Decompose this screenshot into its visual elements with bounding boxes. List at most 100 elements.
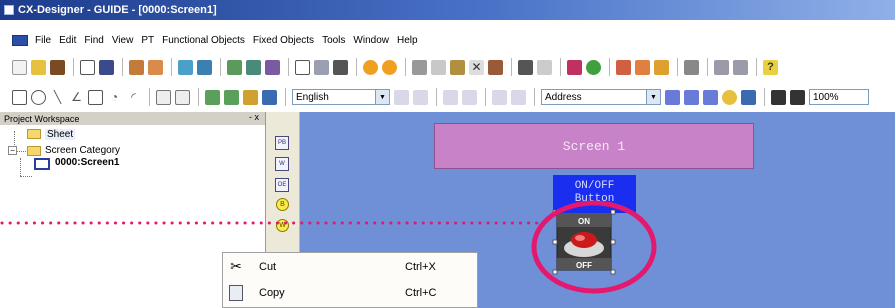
print-preview-icon[interactable] [314, 59, 329, 75]
rectangle-icon[interactable] [12, 89, 27, 105]
tree-item-screen[interactable]: 0000:Screen1 [55, 157, 120, 168]
dotted-leader-line [0, 221, 540, 225]
address-c-icon[interactable] [703, 89, 718, 105]
zoom-icon[interactable] [722, 89, 737, 105]
toolbar-separator [707, 58, 708, 76]
tool-i-icon[interactable] [567, 59, 582, 75]
collapse-icon[interactable]: − [8, 146, 17, 155]
push-button-icon[interactable]: PB [275, 136, 289, 150]
zoom-select[interactable]: 100% [809, 89, 869, 105]
circle-icon[interactable] [31, 89, 46, 105]
menu-bar: File Edit Find View PT Functional Object… [0, 32, 895, 49]
menu-file[interactable]: File [31, 35, 55, 46]
menu-functional-objects[interactable]: Functional Objects [158, 35, 249, 46]
word-button-icon[interactable]: W [275, 157, 289, 171]
sector-icon[interactable]: ◔ [107, 90, 122, 105]
menu-pt[interactable]: PT [137, 35, 158, 46]
delete-icon[interactable]: ✕ [469, 59, 484, 75]
align-b-icon[interactable] [175, 89, 190, 105]
save-icon[interactable] [99, 59, 114, 75]
menu-find[interactable]: Find [80, 35, 107, 46]
toolbar-separator [356, 58, 357, 76]
new-icon[interactable] [12, 59, 27, 75]
tree-item-sheet[interactable]: Sheet [45, 129, 76, 140]
system-menu-icon[interactable] [12, 35, 28, 46]
tool-g-icon[interactable] [265, 59, 280, 75]
tool-a-icon[interactable] [129, 59, 144, 75]
tool-n-icon[interactable] [684, 59, 699, 75]
toolbar-separator [511, 58, 512, 76]
find-icon[interactable] [518, 59, 533, 75]
tool-e-icon[interactable] [227, 59, 242, 75]
grid-a-icon[interactable] [771, 89, 786, 105]
cut-icon[interactable] [412, 59, 427, 75]
replace-icon[interactable] [537, 59, 552, 75]
tool-f-icon[interactable] [246, 59, 261, 75]
new-screen-icon[interactable] [80, 59, 95, 75]
tool-o-icon[interactable] [714, 59, 729, 75]
address-select[interactable]: Address ▼ [541, 89, 661, 105]
address-b-icon[interactable] [684, 89, 699, 105]
open-icon[interactable] [31, 59, 46, 75]
layer-d-icon[interactable] [262, 89, 277, 105]
tree-item-screen-category[interactable]: Screen Category [45, 145, 120, 156]
polygon-icon[interactable] [88, 89, 103, 105]
label-b-icon[interactable] [413, 89, 428, 105]
label-f-icon[interactable] [511, 89, 526, 105]
address-a-icon[interactable] [665, 89, 680, 105]
polyline-icon[interactable]: ∠ [69, 90, 84, 105]
tool-d-icon[interactable] [197, 59, 212, 75]
tool-m-icon[interactable] [654, 59, 669, 75]
bit-lamp-icon[interactable]: B [276, 198, 289, 211]
menu-window[interactable]: Window [349, 35, 393, 46]
toolbar-separator [122, 58, 123, 76]
toolbar-separator [677, 58, 678, 76]
toolbar-separator [405, 58, 406, 76]
language-select[interactable]: English ▼ [292, 89, 390, 105]
copy-icon[interactable] [431, 59, 446, 75]
title-bar: CX-Designer - GUIDE - [0000:Screen1] [0, 0, 895, 20]
label-d-icon[interactable] [462, 89, 477, 105]
tool-h-icon[interactable] [488, 59, 503, 75]
screen-label-object[interactable]: Screen 1 [434, 123, 754, 169]
layer-c-icon[interactable] [243, 89, 258, 105]
menu-edit[interactable]: Edit [55, 35, 80, 46]
tool-p-icon[interactable] [733, 59, 748, 75]
folder-icon [27, 146, 41, 156]
help-icon[interactable]: ? [763, 59, 778, 75]
onoff-button-icon[interactable]: OE [275, 178, 289, 192]
grid-b-icon[interactable] [790, 89, 805, 105]
tool-l-icon[interactable] [635, 59, 650, 75]
menu-item-cut[interactable]: ✂ Cut Ctrl+X [223, 256, 477, 278]
tool-k-icon[interactable] [616, 59, 631, 75]
chevron-down-icon[interactable]: ▼ [646, 90, 660, 104]
layer-b-icon[interactable] [224, 89, 239, 105]
tool-c-icon[interactable] [178, 59, 193, 75]
line-icon[interactable]: ╲ [50, 90, 65, 105]
open-project-icon[interactable] [50, 59, 65, 75]
arc-icon[interactable]: ◜ [126, 90, 141, 105]
redo-icon[interactable] [382, 59, 397, 75]
layer-a-icon[interactable] [205, 89, 220, 105]
menu-item-copy[interactable]: Copy Ctrl+C [223, 282, 477, 304]
page-icon[interactable] [295, 59, 310, 75]
drawing-toolbar: ╲ ∠ ◔ ◜ English ▼ Address ▼ 100% [0, 86, 895, 108]
align-a-icon[interactable] [156, 89, 171, 105]
print-icon[interactable] [333, 59, 348, 75]
label-c-icon[interactable] [443, 89, 458, 105]
undo-icon[interactable] [363, 59, 378, 75]
toolbar-separator [534, 88, 535, 106]
workspace-controls[interactable]: - x [249, 112, 259, 122]
chevron-down-icon[interactable]: ▼ [375, 90, 389, 104]
menu-tools[interactable]: Tools [318, 35, 349, 46]
window-icon[interactable] [741, 89, 756, 105]
menu-fixed-objects[interactable]: Fixed Objects [249, 35, 318, 46]
tool-j-icon[interactable] [586, 59, 601, 75]
label-a-icon[interactable] [394, 89, 409, 105]
menu-view[interactable]: View [108, 35, 138, 46]
menu-item-cut-label: Cut [259, 261, 277, 273]
menu-help[interactable]: Help [393, 35, 422, 46]
paste-icon[interactable] [450, 59, 465, 75]
tool-b-icon[interactable] [148, 59, 163, 75]
label-e-icon[interactable] [492, 89, 507, 105]
